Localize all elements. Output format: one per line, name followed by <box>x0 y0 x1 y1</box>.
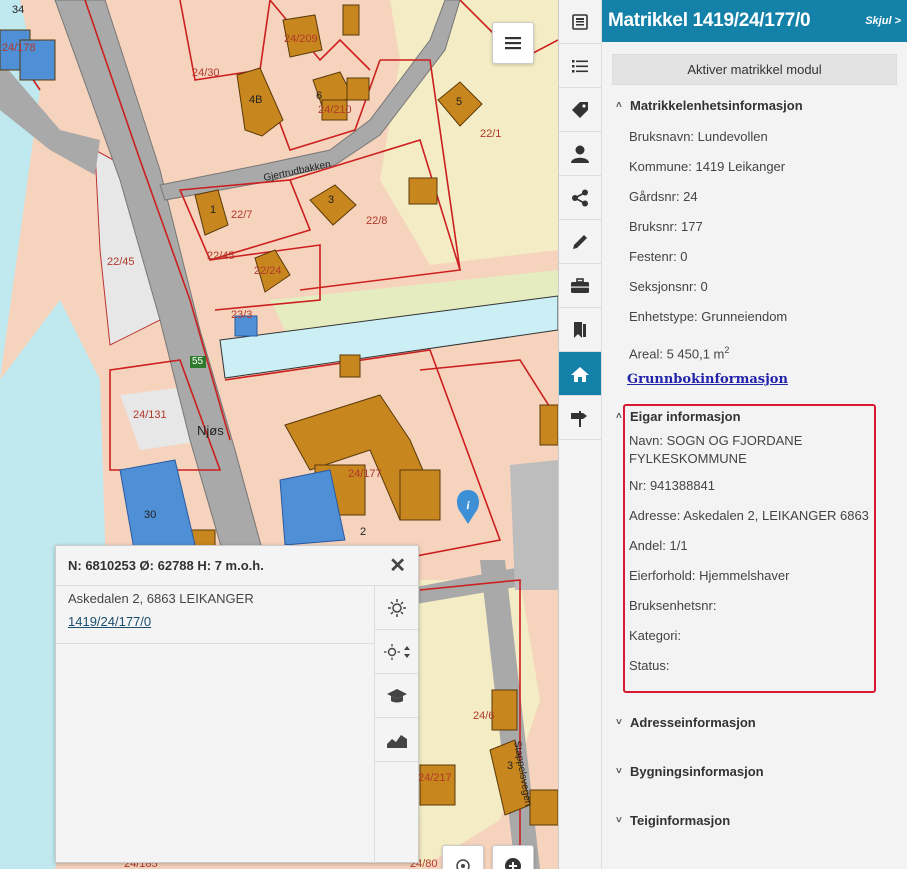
briefcase-icon <box>571 277 589 293</box>
map-label: 22/45 <box>207 250 235 262</box>
map-label: 5 <box>456 96 463 108</box>
road-number-badge: 55 <box>192 356 204 367</box>
panel-header: Matrikkel 1419/24/177/0 Skjul > <box>602 0 907 42</box>
sun-position-button[interactable] <box>375 630 418 674</box>
education-button[interactable] <box>375 674 418 718</box>
map-label: 24/30 <box>192 67 220 79</box>
close-icon[interactable]: ✕ <box>389 556 406 576</box>
eigar-highlight-box <box>623 404 876 693</box>
map-label: 3 <box>507 760 514 772</box>
sun-icon <box>387 598 406 617</box>
area-unit-sup: 2 <box>724 345 730 355</box>
map-label: 22/7 <box>231 209 253 221</box>
info-row: Bruksnr: 177 <box>629 219 703 234</box>
map-label: 22/45 <box>107 256 135 268</box>
place-name-label: Njøs <box>197 423 224 438</box>
map-label: 22/24 <box>254 265 282 277</box>
toolbar-edit-button[interactable] <box>559 220 601 264</box>
zoom-in-icon <box>505 858 521 869</box>
toolbar-signpost-button[interactable] <box>559 396 601 440</box>
map-label: 34 <box>12 4 25 16</box>
tag-icon <box>572 101 588 118</box>
matrikkel-link[interactable]: 1419/24/177/0 <box>56 610 374 644</box>
zoom-in-button[interactable] <box>492 845 534 869</box>
toolbar-bookmark-button[interactable] <box>559 308 601 352</box>
chevron-down-icon: ˅ <box>616 765 622 777</box>
locate-button[interactable] <box>442 845 484 869</box>
map-label: 24/6 <box>473 710 495 722</box>
map-label: 2 <box>360 526 367 538</box>
location-popup: N: 6810253 Ø: 62788 H: 7 m.o.h. ✕ Askeda… <box>55 545 419 863</box>
toolbar-briefcase-button[interactable] <box>559 264 601 308</box>
info-row: Festenr: 0 <box>629 249 688 264</box>
map-label: 24/209 <box>284 33 318 45</box>
hamburger-icon <box>505 37 521 50</box>
panel-title: Matrikkel 1419/24/177/0 <box>608 10 811 31</box>
map-label: 22/1 <box>480 128 502 140</box>
elevation-profile-button[interactable] <box>375 718 418 762</box>
map-label: 4B <box>249 94 263 106</box>
toolbar-tag-button[interactable] <box>559 88 601 132</box>
section-teig-header[interactable]: ˅ Teiginformasjon <box>602 808 907 832</box>
pencil-icon <box>573 234 587 249</box>
map-label: 30 <box>144 509 157 521</box>
info-row: Seksjonsnr: 0 <box>629 279 708 294</box>
share-icon <box>572 189 588 206</box>
chevron-down-icon: ˅ <box>616 814 622 826</box>
map-label: 24/210 <box>318 104 352 116</box>
toolbar-person-button[interactable] <box>559 132 601 176</box>
graduation-cap-icon <box>386 688 407 702</box>
map-label: 24/131 <box>133 409 167 421</box>
activate-matrikkel-button[interactable]: Aktiver matrikkel modul <box>612 54 897 85</box>
signpost-icon <box>571 410 587 427</box>
map-label: 23/3 <box>231 309 253 321</box>
map-label: 24/177 <box>348 468 382 480</box>
toolbar-document-button[interactable] <box>559 0 601 44</box>
bookmark-icon <box>574 321 586 338</box>
matrikkel-rows: Bruksnavn: Lundevollen Kommune: 1419 Lei… <box>602 122 907 366</box>
toolbar-list-button[interactable] <box>559 44 601 88</box>
section-bygning-header[interactable]: ˅ Bygningsinformasjon <box>602 759 907 783</box>
popup-header: N: 6810253 Ø: 62788 H: 7 m.o.h. ✕ <box>56 546 418 586</box>
brightness-button[interactable] <box>375 586 418 630</box>
popup-tools <box>374 586 418 863</box>
popup-body: Askedalen 2, 6863 LEIKANGER 1419/24/177/… <box>56 586 374 863</box>
section-adresse-header[interactable]: ˅ Adresseinformasjon <box>602 710 907 734</box>
toolbar-home-button[interactable] <box>559 352 601 396</box>
map-label: 22/8 <box>366 215 388 227</box>
section-title: Teiginformasjon <box>630 812 731 828</box>
section-title: Matrikkelenhetsinformasjon <box>630 97 803 113</box>
elevation-icon <box>386 734 407 748</box>
info-row: Bruksnavn: Lundevollen <box>629 129 768 144</box>
chevron-down-icon: ˅ <box>616 716 622 728</box>
area-row: Areal: 5 450,1 m2 <box>602 332 907 366</box>
info-row: Kommune: 1419 Leikanger <box>629 159 786 174</box>
section-title: Bygningsinformasjon <box>630 763 764 779</box>
area-label: Areal: 5 450,1 m <box>629 346 725 362</box>
map-label: 3 <box>328 194 335 206</box>
person-icon <box>571 145 589 163</box>
map-label: 6 <box>316 90 323 102</box>
map-label: 1 <box>210 204 217 216</box>
popup-address: Askedalen 2, 6863 LEIKANGER <box>68 591 254 606</box>
grunnbok-link[interactable]: Grunnbokinformasjon <box>602 372 907 387</box>
list-icon <box>572 59 588 72</box>
section-matrikkel-header[interactable]: ˄ Matrikkelenhetsinformasjon <box>602 93 907 117</box>
document-icon <box>572 13 588 30</box>
map-label: 24/217 <box>418 772 452 784</box>
chevron-up-icon: ˄ <box>616 99 622 111</box>
map-label: 24/178 <box>2 42 36 54</box>
home-icon <box>571 366 589 382</box>
coordinates-readout: N: 6810253 Ø: 62788 H: 7 m.o.h. <box>68 558 264 573</box>
toolbar-share-button[interactable] <box>559 176 601 220</box>
side-toolbar <box>558 0 602 869</box>
crosshair-icon <box>456 859 470 869</box>
info-row: Enhetstype: Grunneiendom <box>629 309 788 324</box>
section-title: Adresseinformasjon <box>630 714 756 730</box>
map-menu-button[interactable] <box>492 22 534 64</box>
info-row: Gårdsnr: 24 <box>629 189 698 204</box>
sun-updown-icon <box>383 643 410 660</box>
hide-panel-link[interactable]: Skjul > <box>865 15 901 27</box>
